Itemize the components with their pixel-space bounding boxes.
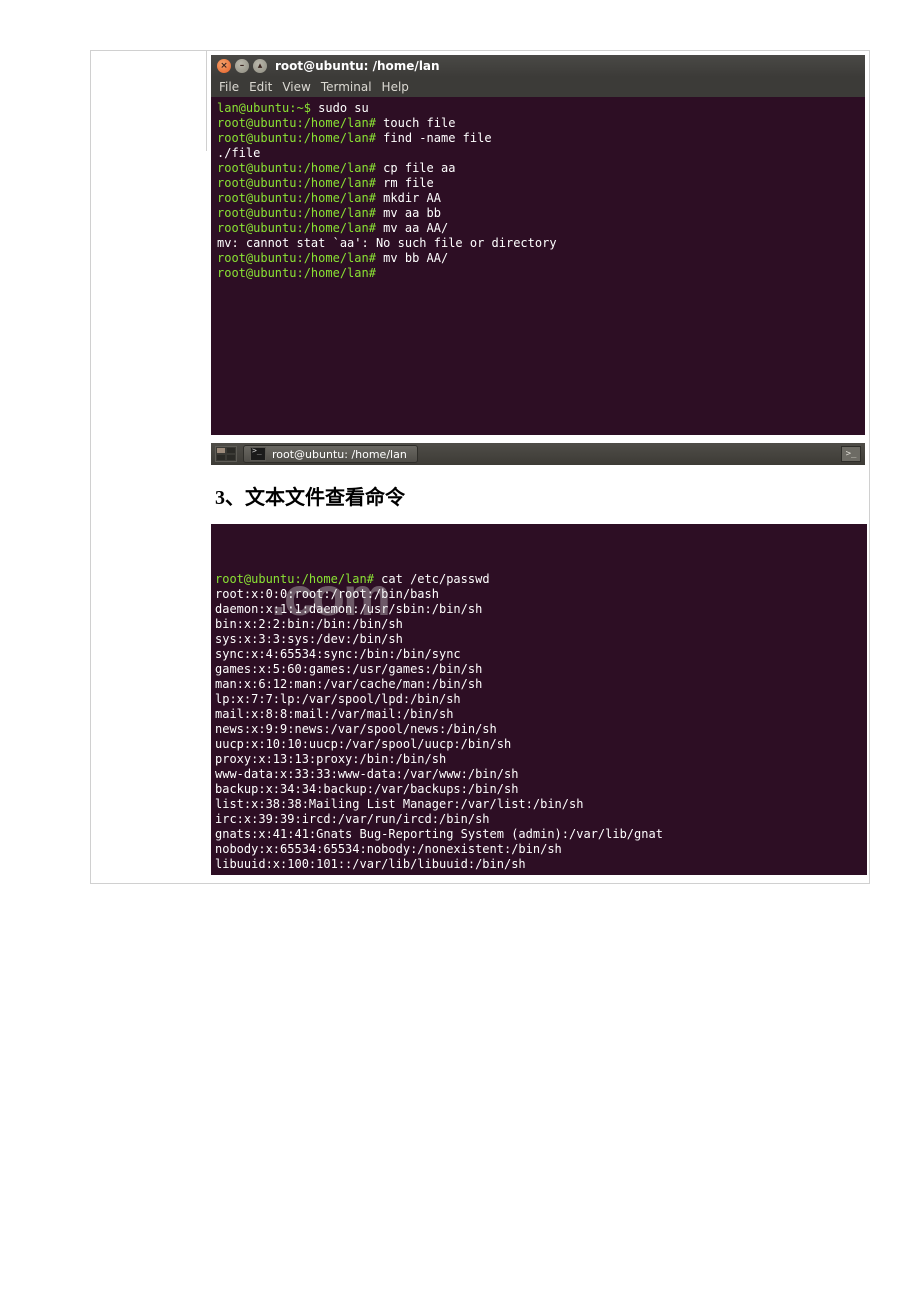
prompt: root@ubuntu:/home/lan#	[217, 206, 376, 220]
command-text: touch file	[376, 116, 455, 130]
passwd-line: lp:x:7:7:lp:/var/spool/lpd:/bin/sh	[215, 692, 867, 707]
task-panel: root@ubuntu: /home/lan >_	[211, 443, 865, 465]
passwd-line: news:x:9:9:news:/var/spool/news:/bin/sh	[215, 722, 867, 737]
passwd-line: sys:x:3:3:sys:/dev:/bin/sh	[215, 632, 867, 647]
command-text: find -name file	[376, 131, 492, 145]
terminal-blank-line	[217, 401, 859, 416]
terminal-line: root@ubuntu:/home/lan# touch file	[217, 116, 859, 131]
taskbar-item-label: root@ubuntu: /home/lan	[272, 448, 407, 461]
terminal-blank-line	[217, 341, 859, 356]
prompt: lan@ubuntu:~$	[217, 101, 311, 115]
menu-terminal[interactable]: Terminal	[321, 80, 372, 95]
terminal-blank-line	[217, 386, 859, 401]
passwd-line: gnats:x:41:41:Gnats Bug-Reporting System…	[215, 827, 867, 842]
passwd-line: backup:x:34:34:backup:/var/backups:/bin/…	[215, 782, 867, 797]
passwd-line: root@ubuntu:/home/lan# cat /etc/passwd	[215, 572, 867, 587]
titlebar[interactable]: × – ▴ root@ubuntu: /home/lan	[211, 55, 865, 77]
document-right-cell: × – ▴ root@ubuntu: /home/lan File Edit V…	[207, 51, 869, 883]
terminal-blank-line	[217, 296, 859, 311]
terminal-line: root@ubuntu:/home/lan#	[217, 266, 859, 281]
command-text: mv aa AA/	[376, 221, 448, 235]
menu-help[interactable]: Help	[382, 80, 409, 95]
command-text: mv aa bb	[376, 206, 441, 220]
menu-view[interactable]: View	[282, 80, 310, 95]
terminal-line: root@ubuntu:/home/lan# mv aa AA/	[217, 221, 859, 236]
command-text	[376, 266, 383, 280]
prompt: root@ubuntu:/home/lan#	[217, 161, 376, 175]
terminal-line: lan@ubuntu:~$ sudo su	[217, 101, 859, 116]
command-text: cat /etc/passwd	[374, 572, 490, 586]
passwd-line: root:x:0:0:root:/root:/bin/bash	[215, 587, 867, 602]
maximize-icon[interactable]: ▴	[253, 59, 267, 73]
menubar: File Edit View Terminal Help	[211, 77, 865, 97]
terminal-line: root@ubuntu:/home/lan# mv aa bb	[217, 206, 859, 221]
terminal-blank-line	[217, 356, 859, 371]
passwd-line: sync:x:4:65534:sync:/bin:/bin/sync	[215, 647, 867, 662]
prompt: root@ubuntu:/home/lan#	[217, 251, 376, 265]
workspace-switcher-icon[interactable]	[215, 446, 237, 462]
terminal-blank-line	[217, 311, 859, 326]
terminal-line: root@ubuntu:/home/lan# mv bb AA/	[217, 251, 859, 266]
passwd-line: man:x:6:12:man:/var/cache/man:/bin/sh	[215, 677, 867, 692]
passwd-line: www-data:x:33:33:www-data:/var/www:/bin/…	[215, 767, 867, 782]
terminal-blank-line	[217, 371, 859, 386]
minimize-icon[interactable]: –	[235, 59, 249, 73]
window-title: root@ubuntu: /home/lan	[275, 59, 440, 74]
document-left-cell	[91, 51, 207, 151]
section-heading: 3、文本文件查看命令	[215, 481, 869, 510]
prompt: root@ubuntu:/home/lan#	[215, 572, 374, 586]
prompt: root@ubuntu:/home/lan#	[217, 221, 376, 235]
passwd-line: proxy:x:13:13:proxy:/bin:/bin/sh	[215, 752, 867, 767]
close-icon[interactable]: ×	[217, 59, 231, 73]
passwd-line: nobody:x:65534:65534:nobody:/nonexistent…	[215, 842, 867, 857]
command-text: mkdir AA	[376, 191, 441, 205]
command-text: rm file	[376, 176, 434, 190]
terminal-blank-line	[217, 281, 859, 296]
passwd-line: games:x:5:60:games:/usr/games:/bin/sh	[215, 662, 867, 677]
terminal-line: ./file	[217, 146, 859, 161]
terminal-blank-line	[217, 326, 859, 341]
prompt: root@ubuntu:/home/lan#	[217, 266, 376, 280]
panel-left: root@ubuntu: /home/lan	[215, 445, 418, 463]
passwd-line: uucp:x:10:10:uucp:/var/spool/uucp:/bin/s…	[215, 737, 867, 752]
command-text: cp file aa	[376, 161, 455, 175]
tray-terminal-icon[interactable]: >_	[841, 446, 861, 462]
prompt: root@ubuntu:/home/lan#	[217, 191, 376, 205]
terminal-output-passwd: .com root@ubuntu:/home/lan# cat /etc/pas…	[211, 524, 867, 875]
prompt: root@ubuntu:/home/lan#	[217, 176, 376, 190]
terminal-line: root@ubuntu:/home/lan# mkdir AA	[217, 191, 859, 206]
terminal-window: × – ▴ root@ubuntu: /home/lan File Edit V…	[211, 55, 865, 435]
prompt: root@ubuntu:/home/lan#	[217, 131, 376, 145]
menu-file[interactable]: File	[219, 80, 239, 95]
passwd-line: irc:x:39:39:ircd:/var/run/ircd:/bin/sh	[215, 812, 867, 827]
terminal-line: root@ubuntu:/home/lan# rm file	[217, 176, 859, 191]
command-text: mv bb AA/	[376, 251, 448, 265]
passwd-line: daemon:x:1:1:daemon:/usr/sbin:/bin/sh	[215, 602, 867, 617]
page: × – ▴ root@ubuntu: /home/lan File Edit V…	[0, 0, 920, 1302]
terminal-line: root@ubuntu:/home/lan# cp file aa	[217, 161, 859, 176]
window-buttons: × – ▴	[217, 59, 267, 73]
taskbar-item-terminal[interactable]: root@ubuntu: /home/lan	[243, 445, 418, 463]
prompt: root@ubuntu:/home/lan#	[217, 116, 376, 130]
command-text: sudo su	[311, 101, 369, 115]
passwd-line: bin:x:2:2:bin:/bin:/bin/sh	[215, 617, 867, 632]
menu-edit[interactable]: Edit	[249, 80, 272, 95]
terminal-body[interactable]: lan@ubuntu:~$ sudo suroot@ubuntu:/home/l…	[211, 97, 865, 435]
terminal-blank-line	[217, 416, 859, 431]
terminal-line: mv: cannot stat `aa': No such file or di…	[217, 236, 859, 251]
terminal-line: root@ubuntu:/home/lan# find -name file	[217, 131, 859, 146]
terminal-icon	[250, 447, 266, 461]
passwd-line: libuuid:x:100:101::/var/lib/libuuid:/bin…	[215, 857, 867, 872]
passwd-line: list:x:38:38:Mailing List Manager:/var/l…	[215, 797, 867, 812]
document-row: × – ▴ root@ubuntu: /home/lan File Edit V…	[90, 50, 870, 884]
passwd-line: mail:x:8:8:mail:/var/mail:/bin/sh	[215, 707, 867, 722]
